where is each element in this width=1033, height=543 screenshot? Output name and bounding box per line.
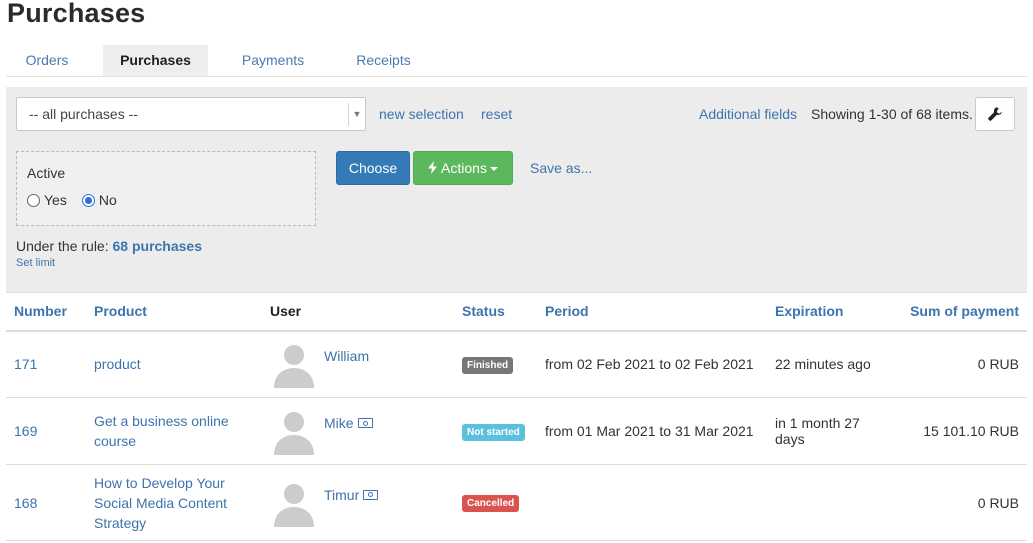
col-expiration[interactable]: Expiration <box>767 292 897 332</box>
avatar-icon[interactable] <box>270 479 318 527</box>
table-row: 168 How to Develop Your Social Media Con… <box>6 464 1027 541</box>
user-link[interactable]: Mike <box>324 413 354 433</box>
rule-summary-prefix: Under the rule: <box>16 238 109 254</box>
page-title: Purchases <box>7 0 146 28</box>
status-badge: Finished <box>462 356 514 374</box>
purchase-number-link[interactable]: 169 <box>14 423 37 439</box>
purchase-number-link[interactable]: 171 <box>14 356 37 372</box>
purchases-table: Number Product User Status Period Expira… <box>6 292 1027 541</box>
table-row: 171 product William Finished from 02 Feb… <box>6 330 1027 398</box>
product-link[interactable]: product <box>94 356 141 372</box>
selection-dropdown[interactable]: -- all purchases -- ▼ <box>16 97 366 131</box>
product-link[interactable]: How to Develop Your Social Media Content… <box>94 475 227 531</box>
expiration-cell: 22 minutes ago <box>767 330 897 398</box>
actions-button[interactable]: Actions <box>413 151 513 185</box>
lightning-icon <box>428 161 438 174</box>
rule-label: Active <box>27 165 66 181</box>
tab-bar: Orders Purchases Payments Receipts <box>6 45 1027 77</box>
col-number[interactable]: Number <box>6 292 86 332</box>
col-sum-of-payment[interactable]: Sum of payment <box>897 292 1027 332</box>
col-status[interactable]: Status <box>454 292 537 332</box>
tab-orders[interactable]: Orders <box>6 45 88 76</box>
rule-active-filter: Active Yes No <box>16 151 316 226</box>
radio-yes[interactable] <box>27 193 40 207</box>
choose-button[interactable]: Choose <box>336 151 410 185</box>
status-badge: Not started <box>462 423 525 441</box>
tab-purchases[interactable]: Purchases <box>103 45 208 76</box>
user-link[interactable]: Timur <box>324 485 359 505</box>
expiration-cell: in 1 month 27 days <box>767 397 897 465</box>
table-row: 169 Get a business online course Mike No… <box>6 397 1027 465</box>
sum-cell: 15 101.10 RUB <box>897 397 1027 465</box>
money-icon[interactable] <box>357 418 373 428</box>
reset-link[interactable]: reset <box>481 106 512 122</box>
status-badge: Cancelled <box>462 495 520 512</box>
wrench-icon <box>988 107 1002 121</box>
set-limit-link[interactable]: Set limit <box>16 257 55 269</box>
dropdown-arrow-icon[interactable]: ▼ <box>348 103 365 126</box>
radio-group: Yes No <box>27 192 117 208</box>
filter-panel: -- all purchases -- ▼ new selection rese… <box>6 87 1027 292</box>
period-cell: from 01 Mar 2021 to 31 Mar 2021 <box>537 397 767 465</box>
expiration-cell <box>767 464 897 541</box>
tab-payments[interactable]: Payments <box>232 45 314 76</box>
radio-no[interactable] <box>81 193 95 207</box>
additional-fields-link[interactable]: Additional fields <box>699 106 797 122</box>
col-period[interactable]: Period <box>537 292 767 332</box>
sum-cell: 0 RUB <box>897 330 1027 398</box>
showing-count: Showing 1-30 of 68 items. <box>811 106 973 122</box>
new-selection-link[interactable]: new selection <box>379 106 464 122</box>
period-cell <box>537 464 767 541</box>
rule-summary: Under the rule: 68 purchases <box>16 238 202 254</box>
purchase-number-link[interactable]: 168 <box>14 495 37 511</box>
selection-value: -- all purchases -- <box>29 106 138 122</box>
caret-down-icon <box>489 167 498 172</box>
tab-receipts[interactable]: Receipts <box>346 45 421 76</box>
radio-yes-label[interactable]: Yes <box>44 192 67 208</box>
settings-button[interactable] <box>975 97 1015 131</box>
save-as-link[interactable]: Save as... <box>530 160 592 176</box>
product-link[interactable]: Get a business online course <box>94 413 229 449</box>
rule-summary-count[interactable]: 68 purchases <box>113 238 203 254</box>
radio-no-label[interactable]: No <box>99 192 117 208</box>
period-cell: from 02 Feb 2021 to 02 Feb 2021 <box>537 330 767 398</box>
sum-cell: 0 RUB <box>897 464 1027 541</box>
col-user: User <box>262 292 454 332</box>
table-header-row: Number Product User Status Period Expira… <box>6 292 1027 332</box>
avatar-icon[interactable] <box>270 407 318 455</box>
avatar-icon[interactable] <box>270 340 318 389</box>
col-product[interactable]: Product <box>86 292 262 332</box>
money-icon[interactable] <box>363 489 379 500</box>
user-link[interactable]: William <box>324 346 369 366</box>
actions-label: Actions <box>441 160 487 176</box>
